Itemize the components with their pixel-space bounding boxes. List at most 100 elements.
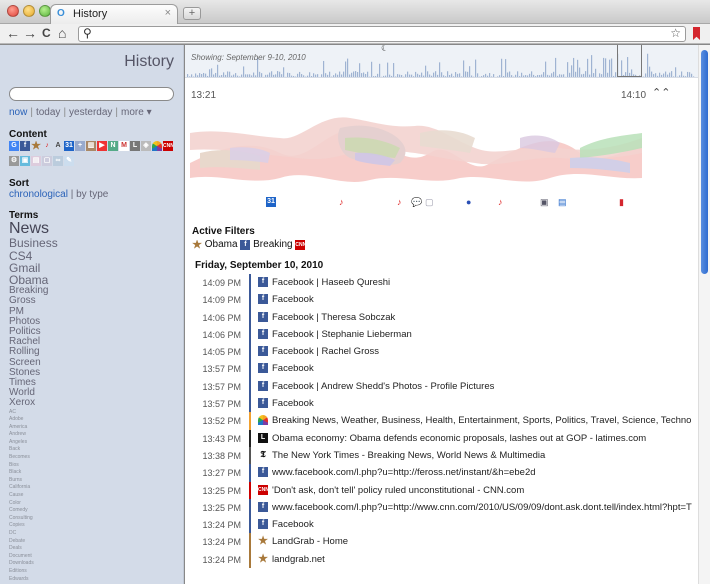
page-title-link[interactable]: Facebook | Stephanie Lieberman (272, 329, 692, 340)
news-icon[interactable]: N (108, 141, 118, 151)
term-link[interactable]: Back (9, 446, 179, 454)
calendar-icon[interactable]: 31 (266, 197, 276, 207)
page-title-link[interactable]: Facebook | Haseeb Qureshi (272, 277, 692, 288)
page-title-link[interactable]: Facebook | Andrew Shedd's Photos - Profi… (272, 381, 692, 392)
calendar-icon[interactable]: 31 (64, 141, 74, 151)
history-row[interactable]: 14:06 PM f Facebook | Stephanie Lieberman (185, 325, 698, 344)
photo-icon[interactable]: ▤ (558, 197, 567, 207)
page-title-link[interactable]: Facebook | Theresa Sobczak (272, 312, 692, 323)
term-link[interactable]: Editions (9, 568, 179, 576)
filter-yesterday-link[interactable]: yesterday (69, 107, 112, 118)
close-window-button[interactable] (7, 5, 19, 17)
history-row[interactable]: 13:24 PM ★ landgrab.net (185, 550, 698, 569)
history-row[interactable]: 13:24 PM ★ LandGrab - Home (185, 533, 698, 551)
term-link[interactable]: Color (9, 500, 179, 508)
history-row[interactable]: 14:09 PM f Facebook (185, 291, 698, 309)
chart-icon[interactable]: ▤ (31, 155, 41, 166)
range-selector[interactable] (617, 45, 642, 77)
history-row[interactable]: 13:57 PM f Facebook (185, 360, 698, 378)
facebook-icon[interactable]: f (240, 239, 251, 250)
term-link[interactable]: Bios (9, 462, 179, 470)
page-title-link[interactable]: Breaking News, Weather, Business, Health… (272, 415, 692, 426)
history-row[interactable]: 13:57 PM f Facebook (185, 395, 698, 413)
term-link[interactable]: Consulting (9, 515, 179, 523)
filter-more-dropdown[interactable]: more ▾ (121, 107, 152, 118)
filter-obama[interactable]: Obama (205, 239, 238, 250)
term-link[interactable]: Angeles (9, 439, 179, 447)
term-link[interactable]: America (9, 424, 179, 432)
home-icon[interactable]: ⌂ (58, 25, 66, 42)
page-title-link[interactable]: LandGrab - Home (272, 536, 692, 547)
page-title-link[interactable]: 'Don't ask, don't tell' policy ruled unc… (272, 485, 692, 496)
scrollbar-thumb[interactable] (701, 50, 708, 274)
page-title-link[interactable]: www.facebook.com/l.php?u=http://www.cnn.… (272, 502, 692, 513)
cnn-icon[interactable]: CNN (163, 141, 173, 151)
doc2-icon[interactable]: ▢ (42, 155, 52, 166)
plus-icon[interactable]: + (75, 141, 85, 151)
music-icon[interactable]: ♪ (397, 197, 402, 207)
filter-today-link[interactable]: today (36, 107, 60, 118)
term-link[interactable]: Debate (9, 538, 179, 546)
google-icon[interactable]: G (9, 141, 19, 151)
sort-chronological-link[interactable]: chronological (9, 189, 68, 200)
filter-breaking[interactable]: Breaking (253, 239, 292, 250)
term-link[interactable]: Xerox (9, 398, 179, 408)
cnn-icon[interactable]: CNN (295, 239, 306, 250)
forward-arrow-icon[interactable]: → (23, 25, 37, 42)
bookmark-flag-icon[interactable]: ▮ (619, 197, 624, 207)
scrollbar[interactable] (698, 45, 710, 584)
term-link[interactable]: Downloads (9, 560, 179, 568)
term-link[interactable]: Business (9, 237, 179, 249)
term-link[interactable]: Becomes (9, 454, 179, 462)
page-title-link[interactable]: landgrab.net (272, 554, 692, 565)
history-row[interactable]: 13:57 PM f Facebook | Andrew Shedd's Photo… (185, 377, 698, 396)
term-link[interactable]: Andrew (9, 431, 179, 439)
history-row[interactable]: 13:38 PM 𝕿 The New York Times - Breaking N… (185, 446, 698, 465)
page-title-link[interactable]: Facebook (272, 294, 692, 305)
star-icon[interactable]: ★ (31, 141, 41, 151)
document-icon[interactable]: L (130, 141, 140, 151)
chat-bubble-icon[interactable]: 💬 (411, 197, 422, 207)
term-link[interactable]: Document (9, 553, 179, 561)
tab-history[interactable]: O History × (50, 4, 178, 24)
nbc-icon[interactable] (152, 141, 162, 151)
mail-icon[interactable]: M (119, 141, 129, 151)
new-tab-button[interactable]: + (183, 7, 201, 20)
term-link[interactable]: Edwards (9, 576, 179, 584)
term-link[interactable]: California (9, 484, 179, 492)
collapse-chevron-icon[interactable]: ⌃⌃ (652, 86, 670, 99)
term-link[interactable]: Black (9, 469, 179, 477)
globe-icon[interactable]: ● (466, 197, 471, 207)
link-icon[interactable]: ∞ (53, 155, 63, 166)
tab-close-icon[interactable]: × (165, 7, 171, 19)
term-link[interactable]: Cause (9, 492, 179, 500)
term-link[interactable]: Comedy (9, 507, 179, 515)
music-icon[interactable]: ♪ (498, 197, 503, 207)
facebook-icon[interactable]: f (20, 141, 30, 151)
page-title-link[interactable]: Facebook (272, 398, 692, 409)
page-title-link[interactable]: Facebook | Rachel Gross (272, 346, 692, 357)
search-input[interactable] (9, 87, 174, 101)
term-link[interactable]: Deals (9, 545, 179, 553)
document-icon[interactable]: ▢ (425, 197, 434, 207)
text-icon[interactable]: A (53, 141, 63, 151)
history-row[interactable]: 14:05 PM f Facebook | Rachel Gross (185, 343, 698, 361)
term-link[interactable]: CS4 (9, 249, 179, 261)
history-row[interactable]: 13:52 PM Breaking News, Weather, Business… (185, 412, 698, 430)
music-icon[interactable]: ♪ (42, 141, 52, 151)
term-link[interactable]: Adobe (9, 416, 179, 424)
address-bar[interactable]: ⚲ ☆ (78, 26, 686, 42)
history-row[interactable]: 13:24 PM f Facebook (185, 516, 698, 534)
filter-now-link[interactable]: now (9, 107, 27, 118)
reload-icon[interactable]: C (42, 25, 51, 42)
overview-timeline[interactable]: Showing: September 9-10, 2010 ☾ (185, 45, 698, 78)
term-link[interactable]: Copies (9, 522, 179, 530)
term-link[interactable]: News (9, 220, 179, 237)
sort-by-type-link[interactable]: | by type (71, 189, 109, 200)
term-link[interactable]: Gross (9, 296, 179, 306)
page-title-link[interactable]: The New York Times - Breaking News, Worl… (272, 450, 692, 461)
gear-icon[interactable]: ⚙ (9, 155, 19, 166)
page-title-link[interactable]: Obama economy: Obama defends economic pr… (272, 433, 692, 444)
bookmark-flag-icon[interactable] (693, 27, 700, 40)
youtube-icon[interactable]: ▶ (97, 141, 107, 151)
